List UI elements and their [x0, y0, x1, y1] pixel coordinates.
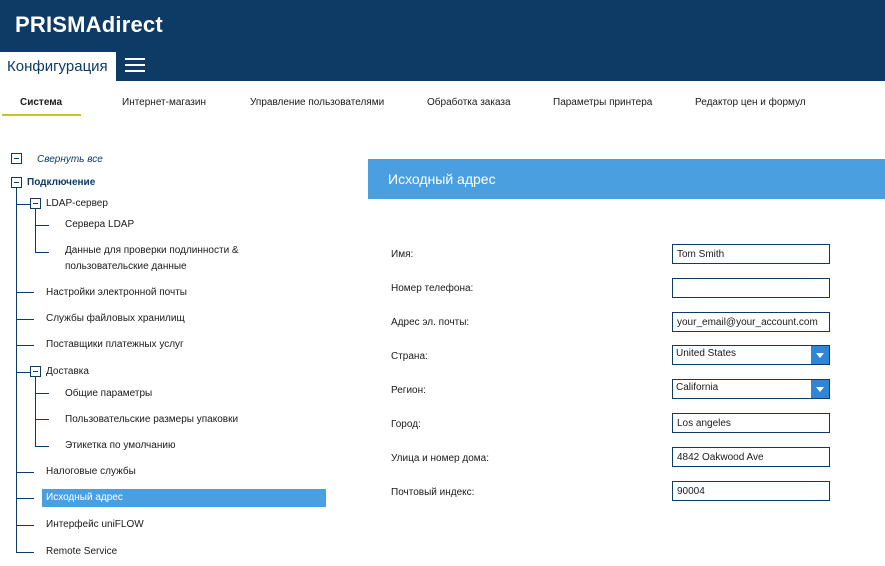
tab-price-editor[interactable]: Редактор цен и формул: [695, 97, 806, 108]
tree-item-uniflow-interface[interactable]: Интерфейс uniFLOW: [46, 519, 144, 530]
chevron-down-icon[interactable]: [811, 380, 829, 398]
panel-title: Исходный адрес: [388, 171, 496, 187]
config-tab[interactable]: Конфигурация: [0, 52, 116, 81]
tree-line: [16, 345, 34, 346]
tree-item-delivery[interactable]: Доставка: [46, 366, 89, 377]
collapse-all-link[interactable]: Свернуть все: [37, 154, 103, 165]
tree-item-file-storage[interactable]: Службы файловых хранилищ: [46, 313, 185, 324]
street-label: Улица и номер дома:: [391, 453, 490, 464]
name-label: Имя:: [391, 249, 414, 260]
region-select[interactable]: California: [672, 379, 830, 399]
tab-order-processing[interactable]: Обработка заказа: [427, 97, 511, 108]
city-field[interactable]: [672, 413, 830, 433]
tree-line: [35, 209, 36, 252]
tree-item-source-address[interactable]: Исходный адрес: [46, 492, 123, 503]
tree-item-general-settings[interactable]: Общие параметры: [65, 388, 152, 399]
collapse-ldap-icon[interactable]: [30, 198, 41, 209]
zip-field[interactable]: [672, 481, 830, 501]
tree-line: [35, 393, 49, 394]
tree-item-remote-service[interactable]: Remote Service: [46, 546, 117, 557]
nav-tabs: Система Интернет-магазин Управление поль…: [0, 92, 885, 116]
tree-line: [35, 377, 36, 446]
name-field[interactable]: [672, 244, 830, 264]
tree-item-email-settings[interactable]: Настройки электронной почты: [46, 287, 187, 298]
chevron-down-icon[interactable]: [811, 346, 829, 364]
tree-item-ldap-auth[interactable]: Данные для проверки подлинности &: [65, 245, 239, 256]
tree-item-custom-package-sizes[interactable]: Пользовательские размеры упаковки: [65, 414, 238, 425]
tab-webshop[interactable]: Интернет-магазин: [122, 97, 206, 108]
tree-line: [16, 372, 30, 373]
tree-line: [16, 204, 30, 205]
tree-line: [35, 419, 49, 420]
tree-line: [16, 319, 34, 320]
tree-line: [16, 472, 34, 473]
collapse-all-icon[interactable]: [11, 153, 22, 164]
tree-line: [16, 552, 34, 553]
collapse-connection-icon[interactable]: [11, 177, 22, 188]
tree-item-connection[interactable]: Подключение: [27, 177, 95, 188]
tab-system[interactable]: Система: [20, 97, 62, 108]
country-select-value: United States: [676, 348, 737, 359]
city-label: Город:: [391, 419, 421, 430]
country-label: Страна:: [391, 351, 428, 362]
phone-field[interactable]: [672, 278, 830, 298]
country-select[interactable]: United States: [672, 345, 830, 365]
region-select-value: California: [676, 382, 719, 393]
street-field[interactable]: [672, 447, 830, 467]
tree-item-payment-providers[interactable]: Поставщики платежных услуг: [46, 339, 184, 350]
tree-item-ldap-auth-line2[interactable]: пользовательские данные: [65, 261, 187, 272]
email-label: Адрес эл. почты:: [391, 317, 470, 328]
tab-printer-settings[interactable]: Параметры принтера: [553, 97, 652, 108]
tree-line: [35, 252, 49, 253]
tree-item-ldap-servers[interactable]: Сервера LDAP: [65, 219, 134, 230]
tree-item-tax-services[interactable]: Налоговые службы: [46, 466, 136, 477]
zip-label: Почтовый индекс:: [391, 487, 475, 498]
tree-item-default-label[interactable]: Этикетка по умолчанию: [65, 440, 175, 451]
brand-logo: PRISMAdirect: [15, 12, 163, 37]
email-field[interactable]: [672, 312, 830, 332]
collapse-delivery-icon[interactable]: [30, 366, 41, 377]
tree-line: [16, 525, 34, 526]
phone-label: Номер телефона:: [391, 283, 474, 294]
tree-line: [35, 225, 49, 226]
active-tab-underline: [2, 114, 81, 116]
region-label: Регион:: [391, 385, 426, 396]
config-tree: Свернуть все Подключение LDAP-сервер Сер…: [0, 148, 335, 566]
panel-header: Исходный адрес: [368, 159, 885, 199]
hamburger-menu-icon[interactable]: [125, 58, 145, 74]
tree-line: [16, 292, 34, 293]
tree-item-ldap-server[interactable]: LDAP-сервер: [46, 198, 108, 209]
top-bar: PRISMAdirect Конфигурация: [0, 0, 885, 81]
tree-line: [16, 498, 34, 499]
tab-user-management[interactable]: Управление пользователями: [250, 97, 384, 108]
tree-line: [35, 446, 49, 447]
